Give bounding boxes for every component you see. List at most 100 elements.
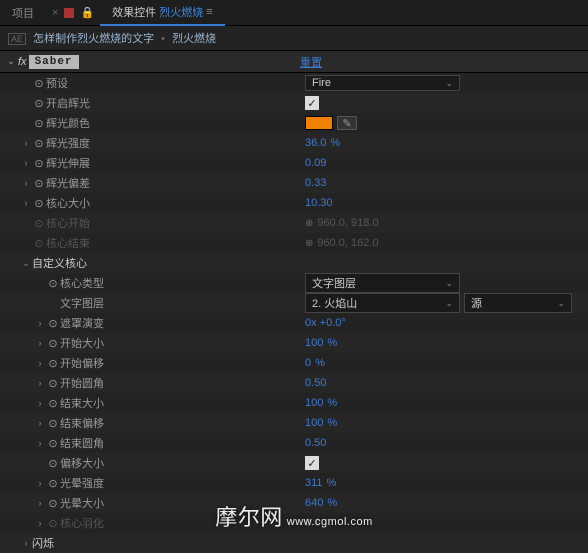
stopwatch-icon: ⊙ [46,517,60,530]
stopwatch-icon[interactable]: ⊙ [46,437,60,450]
expand-arrow[interactable]: › [34,498,46,508]
label-core-end: 核心结束 [46,235,90,251]
val-halo-intensity[interactable]: 311 [305,477,323,489]
expand-arrow[interactable]: › [34,378,46,388]
target-icon: ⊕ [305,218,313,229]
stopwatch-icon[interactable]: ⊙ [46,477,60,490]
unit: % [330,137,340,149]
row-preset: ⊙ 预设 Fire ⌄ [0,73,588,93]
val-core-size[interactable]: 10.30 [305,197,333,209]
glow-color-swatch[interactable] [305,116,333,130]
val-end-offset[interactable]: 100 [305,417,323,429]
text-layer-source-dropdown[interactable]: 源⌄ [464,293,572,313]
stopwatch-icon[interactable]: ⊙ [46,317,60,330]
effect-header: ⌄ fx Saber 重置 [0,51,588,73]
row-end-round: › ⊙ 结束圆角 0.50 [0,433,588,453]
val-start-round[interactable]: 0.50 [305,377,326,389]
breadcrumb-comp[interactable]: 怎样制作烈火燃烧的文字 [33,33,154,45]
stopwatch-icon[interactable]: ⊙ [32,137,46,150]
stopwatch-icon[interactable]: ⊙ [46,277,60,290]
expand-arrow[interactable]: › [34,358,46,368]
text-layer-source: 源 [471,295,482,311]
expand-arrow[interactable]: › [34,478,46,488]
stopwatch-icon[interactable]: ⊙ [32,157,46,170]
breadcrumb-sep: • [161,33,165,45]
tab-effect-controls[interactable]: 效果控件 烈火燃烧 ≡ [100,0,225,26]
label-glow-color: 辉光颜色 [46,115,90,131]
core-type-dropdown[interactable]: 文字图层⌄ [305,273,460,293]
tab-project[interactable]: 项目 [0,0,46,26]
stopwatch-icon[interactable]: ⊙ [46,397,60,410]
stopwatch-icon[interactable]: ⊙ [46,357,60,370]
chevron-down-icon: ⌄ [445,78,453,89]
stopwatch-icon[interactable]: ⊙ [46,457,60,470]
expand-arrow[interactable]: › [34,418,46,428]
val-end-size[interactable]: 100 [305,397,323,409]
text-layer-dropdown[interactable]: 2. 火焰山⌄ [305,293,460,313]
lock-icon[interactable]: 🔒 [80,6,94,19]
expand-arrow[interactable]: › [34,518,46,528]
row-glow-intensity: › ⊙ 辉光强度 36.0% [0,133,588,153]
stopwatch-icon[interactable]: ⊙ [46,497,60,510]
row-end-offset: › ⊙ 结束偏移 100% [0,413,588,433]
label-glow-enable: 开启辉光 [46,95,90,111]
expand-arrow[interactable]: › [20,198,32,208]
val-mask-evo[interactable]: 0x +0.0° [305,317,346,329]
val-glow-intensity[interactable]: 36.0 [305,137,326,149]
row-offset-size: ⊙ 偏移大小 ✓ [0,453,588,473]
row-start-offset: › ⊙ 开始偏移 0% [0,353,588,373]
stopwatch-icon: ⊙ [32,217,46,230]
expand-arrow[interactable]: ⌄ [20,258,32,269]
row-text-layer: 文字图层 2. 火焰山⌄ 源⌄ [0,293,588,313]
val-glow-spread[interactable]: 0.09 [305,157,326,169]
eyedropper-icon[interactable]: ✎ [337,116,357,130]
effect-name[interactable]: Saber [29,55,79,69]
chevron-down-icon: ⌄ [557,298,565,309]
row-glow-enable: ⊙ 开启辉光 ✓ [0,93,588,113]
row-start-size: › ⊙ 开始大小 100% [0,333,588,353]
label-start-round: 开始圆角 [60,375,104,391]
offset-size-checkbox[interactable]: ✓ [305,456,319,470]
effect-twirl[interactable]: ⌄ [6,56,16,67]
panel-tabs: 项目 × 🔒 效果控件 烈火燃烧 ≡ [0,0,588,26]
expand-arrow[interactable]: › [20,138,32,148]
label-core-start: 核心开始 [46,215,90,231]
label-preset: 预设 [46,75,68,91]
expand-arrow[interactable]: › [20,538,32,548]
glow-enable-checkbox[interactable]: ✓ [305,96,319,110]
val-glow-bias[interactable]: 0.33 [305,177,326,189]
breadcrumb-layer[interactable]: 烈火燃烧 [172,33,216,45]
label-end-round: 结束圆角 [60,435,104,451]
expand-arrow[interactable]: › [34,398,46,408]
stopwatch-icon[interactable]: ⊙ [32,197,46,210]
val-start-offset[interactable]: 0 [305,357,311,369]
expand-arrow[interactable]: › [34,318,46,328]
expand-arrow[interactable]: › [34,338,46,348]
row-halo-intensity: › ⊙ 光晕强度 311% [0,473,588,493]
tab-menu-icon[interactable]: ≡ [206,6,212,18]
tab-active-layer: 烈火燃烧 [159,4,203,20]
val-start-size[interactable]: 100 [305,337,323,349]
expand-arrow[interactable]: › [20,178,32,188]
reset-link[interactable]: 重置 [300,54,322,70]
row-mask-evo: › ⊙ 遮罩演变 0x +0.0° [0,313,588,333]
stopwatch-icon[interactable]: ⊙ [32,97,46,110]
row-core-size: › ⊙ 核心大小 10.30 [0,193,588,213]
stopwatch-icon[interactable]: ⊙ [32,177,46,190]
preset-dropdown[interactable]: Fire ⌄ [305,75,460,91]
tab-separator: × 🔒 [52,6,94,19]
stopwatch-icon[interactable]: ⊙ [46,417,60,430]
unit: % [327,477,337,489]
stopwatch-icon[interactable]: ⊙ [32,117,46,130]
val-core-end: 960.0, 162.0 [317,237,378,249]
expand-arrow[interactable]: › [34,438,46,448]
stopwatch-icon[interactable]: ⊙ [46,337,60,350]
fx-badge[interactable]: fx [18,56,27,68]
stopwatch-icon[interactable]: ⊙ [32,77,46,90]
label-core-size: 核心大小 [46,195,90,211]
record-icon [64,8,74,18]
expand-arrow[interactable]: › [20,158,32,168]
val-halo-size[interactable]: 640 [305,497,323,509]
val-end-round[interactable]: 0.50 [305,437,326,449]
stopwatch-icon[interactable]: ⊙ [46,377,60,390]
